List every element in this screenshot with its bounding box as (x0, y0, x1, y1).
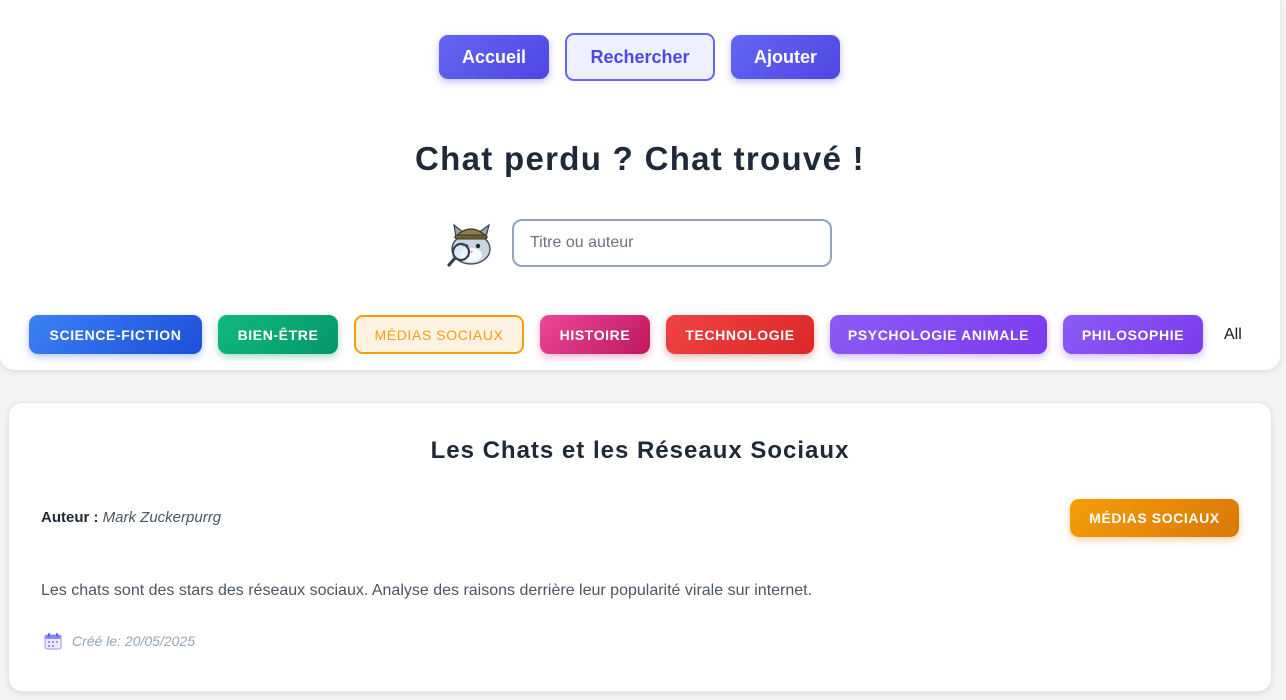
category-bien-etre[interactable]: BIEN-ÊTRE (218, 315, 338, 354)
page-title: Chat perdu ? Chat trouvé ! (415, 140, 865, 177)
category-histoire[interactable]: HISTOIRE (540, 315, 650, 354)
category-all[interactable]: All (1224, 315, 1242, 354)
category-psychologie-animale[interactable]: PSYCHOLOGIE ANIMALE (830, 315, 1047, 354)
article-category-badge[interactable]: MÉDIAS SOCIAUX (1070, 499, 1239, 537)
search-input[interactable] (512, 219, 832, 267)
category-filters: SCIENCE-FICTION BIEN-ÊTRE MÉDIAS SOCIAUX… (0, 315, 1280, 355)
article-author: Auteur : Mark Zuckerpurrg (41, 509, 221, 526)
home-button[interactable]: Accueil (439, 35, 549, 79)
article-title[interactable]: Les Chats et les Réseaux Sociaux (9, 437, 1271, 465)
search-nav-button[interactable]: Rechercher (565, 33, 715, 81)
author-label: Auteur : (41, 509, 99, 526)
main-nav: Accueil Rechercher Ajouter (0, 33, 1280, 81)
article-description: Les chats sont des stars des réseaux soc… (41, 582, 813, 599)
search-bar (0, 219, 1280, 267)
add-button[interactable]: Ajouter (731, 35, 840, 79)
author-name: Mark Zuckerpurrg (102, 509, 222, 526)
detective-cat-icon (447, 223, 491, 267)
category-medias-sociaux[interactable]: MÉDIAS SOCIAUX (354, 315, 524, 354)
calendar-icon (44, 632, 62, 649)
article-created: Créé le: 20/05/2025 (44, 632, 195, 650)
article-card[interactable]: Les Chats et les Réseaux Sociaux Auteur … (8, 402, 1272, 692)
category-philosophie[interactable]: PHILOSOPHIE (1063, 315, 1203, 354)
category-science-fiction[interactable]: SCIENCE-FICTION (29, 315, 202, 354)
category-technologie[interactable]: TECHNOLOGIE (666, 315, 814, 354)
header-panel: Accueil Rechercher Ajouter Chat perdu ? … (0, 0, 1280, 370)
created-date: Créé le: 20/05/2025 (72, 633, 195, 649)
